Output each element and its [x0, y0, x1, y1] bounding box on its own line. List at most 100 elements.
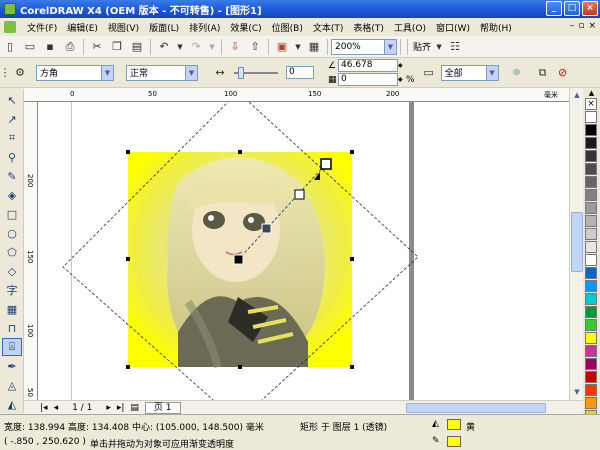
options-icon[interactable]: ☷ — [447, 39, 463, 55]
save-icon[interactable]: ▪ — [42, 39, 58, 55]
horizontal-ruler[interactable]: 0 50 100 150 200 毫米 — [24, 88, 569, 102]
freeze-icon[interactable]: ▭ — [421, 65, 437, 81]
transparency-midpoint-slider[interactable] — [234, 66, 278, 79]
menu-view[interactable]: 视图(V) — [103, 21, 144, 34]
palette-swatch[interactable] — [585, 150, 597, 162]
maximize-button[interactable]: □ — [564, 1, 580, 16]
smart-fill-tool-icon[interactable]: ◈ — [2, 186, 22, 204]
freeze-transparency-icon[interactable]: ❄ — [509, 65, 525, 81]
outline-color-swatch[interactable] — [447, 436, 461, 447]
edge-pad-spinner-icon[interactable]: ◆ — [398, 76, 406, 83]
vertical-scroll-thumb[interactable] — [571, 212, 583, 272]
minimize-button[interactable]: _ — [546, 1, 562, 16]
close-button[interactable]: × — [582, 1, 598, 16]
palette-swatch[interactable] — [585, 358, 597, 370]
undo-icon[interactable]: ↶ — [156, 39, 172, 55]
menu-file[interactable]: 文件(F) — [22, 21, 62, 34]
add-page-icon[interactable]: ▤ — [130, 403, 139, 413]
palette-swatch[interactable] — [585, 189, 597, 201]
clear-transparency-icon[interactable]: ⊘ — [555, 65, 571, 81]
menu-arrange[interactable]: 排列(A) — [184, 21, 225, 34]
last-page-icon[interactable]: ▸| — [117, 403, 125, 413]
menu-bitmaps[interactable]: 位图(B) — [267, 21, 308, 34]
palette-swatch[interactable] — [585, 111, 597, 123]
first-page-icon[interactable]: |◂ — [40, 403, 48, 413]
horizontal-scrollbar[interactable] — [376, 403, 576, 413]
menu-edit[interactable]: 编辑(E) — [62, 21, 103, 34]
drawing-canvas[interactable] — [38, 102, 569, 400]
palette-swatch[interactable] — [585, 397, 597, 409]
palette-swatch[interactable] — [585, 202, 597, 214]
palette-scroll-up-icon[interactable]: ▲ — [583, 88, 600, 98]
palette-swatch[interactable] — [585, 228, 597, 240]
welcome-screen-icon[interactable]: ▦ — [306, 39, 322, 55]
interactive-blend-tool-icon[interactable]: ⊓ — [2, 319, 22, 337]
pick-tool-icon[interactable]: ↖ — [2, 91, 22, 109]
text-tool-icon[interactable]: 字 — [2, 281, 22, 299]
document-icon[interactable] — [4, 21, 16, 33]
polygon-tool-icon[interactable]: ⬠ — [2, 243, 22, 261]
doll-image[interactable] — [167, 157, 325, 369]
menu-text[interactable]: 文本(T) — [308, 21, 349, 34]
palette-swatch[interactable] — [585, 371, 597, 383]
palette-swatch[interactable] — [585, 176, 597, 188]
doc-minimize-icon[interactable]: – — [570, 21, 575, 31]
menu-table[interactable]: 表格(T) — [348, 21, 389, 34]
outline-tool-icon[interactable]: ◬ — [2, 376, 22, 394]
snap-to-button[interactable]: 贴齐 — [411, 40, 433, 53]
copy-icon[interactable]: ❐ — [109, 39, 125, 55]
prev-page-icon[interactable]: ◂ — [54, 403, 59, 413]
palette-swatch[interactable] — [585, 215, 597, 227]
crop-tool-icon[interactable]: ⌗ — [2, 129, 22, 147]
edit-transparency-icon[interactable]: ⚙ — [12, 65, 28, 81]
redo-dropdown-icon[interactable]: ▼ — [208, 39, 216, 55]
shape-tool-icon[interactable]: ↗ — [2, 110, 22, 128]
no-color-swatch[interactable]: × — [585, 98, 597, 110]
cut-icon[interactable]: ✂ — [89, 39, 105, 55]
copy-transparency-icon[interactable]: ⧉ — [535, 65, 551, 81]
print-icon[interactable]: ⎙ — [62, 39, 78, 55]
palette-swatch[interactable] — [585, 384, 597, 396]
transparency-target-select[interactable]: 全部 ▼ — [440, 64, 499, 81]
open-folder-icon[interactable]: ▭ — [22, 39, 38, 55]
palette-swatch[interactable] — [585, 345, 597, 357]
palette-swatch[interactable] — [585, 163, 597, 175]
transparency-handle[interactable] — [320, 158, 332, 170]
menu-effects[interactable]: 效果(C) — [225, 21, 266, 34]
zoom-level-select[interactable]: 200% ▼ — [331, 38, 397, 55]
palette-swatch[interactable] — [585, 293, 597, 305]
basic-shapes-tool-icon[interactable]: ◇ — [2, 262, 22, 280]
doc-restore-icon[interactable]: ▫ — [578, 21, 584, 31]
new-file-icon[interactable]: ▯ — [2, 39, 18, 55]
page-tab[interactable]: 页 1 — [144, 401, 181, 414]
scroll-up-icon[interactable]: ▲ — [571, 89, 583, 101]
palette-swatch[interactable] — [585, 124, 597, 136]
ellipse-tool-icon[interactable]: ○ — [2, 224, 22, 242]
palette-swatch[interactable] — [585, 267, 597, 279]
menu-window[interactable]: 窗口(W) — [431, 21, 475, 34]
palette-swatch[interactable] — [585, 280, 597, 292]
palette-swatch[interactable] — [585, 306, 597, 318]
transparency-midpoint-node[interactable] — [261, 223, 272, 234]
vertical-ruler[interactable]: 200 150 100 50 — [24, 102, 38, 400]
angle-spinner-icon[interactable]: ◆ — [398, 62, 406, 69]
palette-swatch[interactable] — [585, 332, 597, 344]
slider-handle[interactable] — [238, 66, 244, 79]
transparency-type-select[interactable]: 方角 ▼ — [36, 64, 114, 81]
fill-tool-icon[interactable]: ◭ — [2, 395, 22, 413]
zoom-tool-icon[interactable]: ⚲ — [2, 148, 22, 166]
fill-color-swatch[interactable] — [447, 419, 461, 430]
snap-dropdown-icon[interactable]: ▼ — [435, 39, 443, 55]
transparency-tool-icon[interactable]: ⍓ — [2, 338, 22, 356]
edge-pad-input[interactable]: 0 — [338, 73, 398, 86]
launcher-dropdown-icon[interactable]: ▼ — [294, 39, 302, 55]
transparency-start-node[interactable] — [233, 254, 244, 265]
import-icon[interactable]: ⇩ — [227, 39, 243, 55]
menu-layout[interactable]: 版面(L) — [144, 21, 184, 34]
application-launcher-icon[interactable]: ▣ — [274, 39, 290, 55]
palette-swatch[interactable] — [585, 254, 597, 266]
rectangle-tool-icon[interactable]: □ — [2, 205, 22, 223]
scroll-down-icon[interactable]: ▼ — [571, 386, 583, 398]
menu-tools[interactable]: 工具(O) — [389, 21, 431, 34]
palette-swatch[interactable] — [585, 137, 597, 149]
